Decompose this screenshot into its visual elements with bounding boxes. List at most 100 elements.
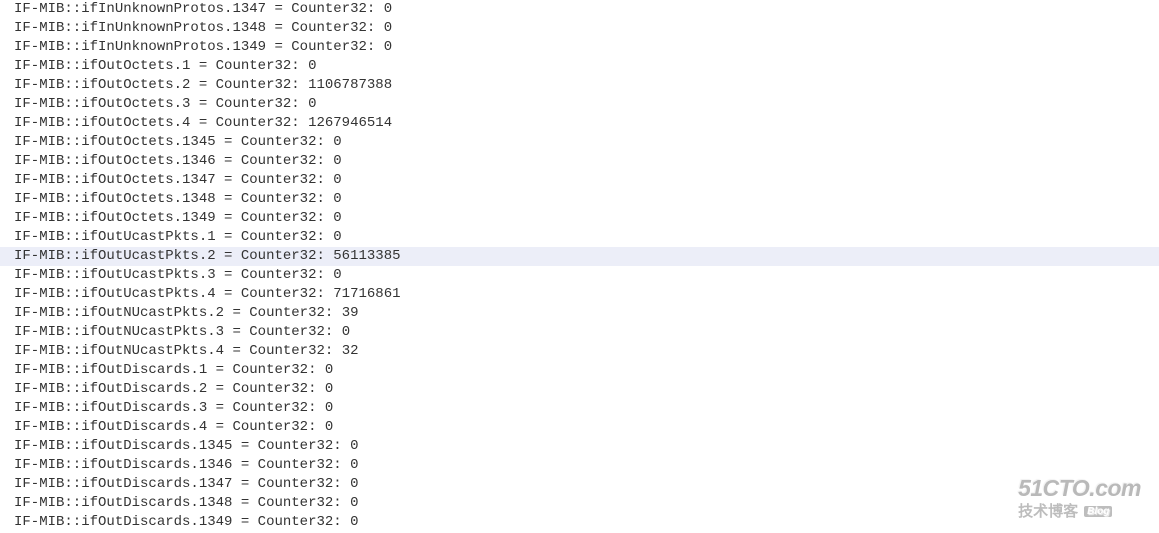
counter-type: Counter32:	[241, 229, 325, 245]
counter-type: Counter32:	[216, 115, 300, 131]
equals-separator: =	[207, 400, 232, 416]
equals-separator: =	[190, 96, 215, 112]
counter-value: 0	[333, 153, 341, 169]
counter-value: 0	[384, 20, 392, 36]
snmp-output-line: IF-MIB::ifOutOctets.1 = Counter32: 0	[14, 57, 1159, 76]
counter-type: Counter32:	[216, 77, 300, 93]
equals-separator: =	[190, 58, 215, 74]
mib-prefix: IF-MIB::	[14, 229, 81, 245]
oid-name: ifOutNUcastPkts.3	[81, 324, 224, 340]
equals-separator: =	[216, 267, 241, 283]
snmp-output-line: IF-MIB::ifOutDiscards.1 = Counter32: 0	[14, 361, 1159, 380]
counter-value: 0	[325, 381, 333, 397]
oid-name: ifOutDiscards.3	[81, 400, 207, 416]
equals-separator: =	[216, 229, 241, 245]
mib-prefix: IF-MIB::	[14, 514, 81, 530]
mib-prefix: IF-MIB::	[14, 172, 81, 188]
equals-separator: =	[232, 457, 257, 473]
snmp-output-line: IF-MIB::ifOutNUcastPkts.2 = Counter32: 3…	[14, 304, 1159, 323]
equals-separator: =	[224, 305, 249, 321]
oid-name: ifOutOctets.1	[81, 58, 190, 74]
snmp-output-line: IF-MIB::ifInUnknownProtos.1347 = Counter…	[14, 0, 1159, 19]
oid-name: ifOutDiscards.1345	[81, 438, 232, 454]
oid-name: ifOutDiscards.2	[81, 381, 207, 397]
counter-value: 0	[384, 1, 392, 17]
oid-name: ifOutDiscards.4	[81, 419, 207, 435]
snmp-output-line: IF-MIB::ifOutUcastPkts.3 = Counter32: 0	[14, 266, 1159, 285]
mib-prefix: IF-MIB::	[14, 438, 81, 454]
equals-separator: =	[216, 134, 241, 150]
mib-prefix: IF-MIB::	[14, 191, 81, 207]
oid-name: ifOutOctets.2	[81, 77, 190, 93]
mib-prefix: IF-MIB::	[14, 343, 81, 359]
equals-separator: =	[216, 191, 241, 207]
mib-prefix: IF-MIB::	[14, 96, 81, 112]
snmp-output-line: IF-MIB::ifOutDiscards.4 = Counter32: 0	[14, 418, 1159, 437]
counter-value: 1106787388	[308, 77, 392, 93]
equals-separator: =	[266, 20, 291, 36]
oid-name: ifOutOctets.1346	[81, 153, 215, 169]
snmp-output-line: IF-MIB::ifOutOctets.4 = Counter32: 12679…	[14, 114, 1159, 133]
counter-type: Counter32:	[258, 514, 342, 530]
counter-type: Counter32:	[216, 58, 300, 74]
counter-type: Counter32:	[291, 1, 375, 17]
oid-name: ifOutOctets.1349	[81, 210, 215, 226]
oid-name: ifOutOctets.3	[81, 96, 190, 112]
mib-prefix: IF-MIB::	[14, 39, 81, 55]
counter-value: 0	[325, 419, 333, 435]
counter-type: Counter32:	[249, 305, 333, 321]
oid-name: ifOutOctets.4	[81, 115, 190, 131]
equals-separator: =	[224, 324, 249, 340]
snmp-output-line: IF-MIB::ifOutDiscards.1345 = Counter32: …	[14, 437, 1159, 456]
counter-value: 0	[325, 400, 333, 416]
counter-type: Counter32:	[241, 267, 325, 283]
mib-prefix: IF-MIB::	[14, 457, 81, 473]
counter-type: Counter32:	[241, 248, 325, 264]
snmp-output-line: IF-MIB::ifOutDiscards.1347 = Counter32: …	[14, 475, 1159, 494]
counter-value: 0	[333, 134, 341, 150]
snmp-output-line: IF-MIB::ifInUnknownProtos.1348 = Counter…	[14, 19, 1159, 38]
equals-separator: =	[216, 153, 241, 169]
equals-separator: =	[216, 172, 241, 188]
counter-value: 0	[350, 514, 358, 530]
equals-separator: =	[216, 248, 241, 264]
oid-name: ifOutDiscards.1	[81, 362, 207, 378]
oid-name: ifInUnknownProtos.1348	[81, 20, 266, 36]
equals-separator: =	[232, 476, 257, 492]
mib-prefix: IF-MIB::	[14, 305, 81, 321]
counter-value: 39	[342, 305, 359, 321]
mib-prefix: IF-MIB::	[14, 362, 81, 378]
oid-name: ifInUnknownProtos.1349	[81, 39, 266, 55]
snmp-output-line: IF-MIB::ifOutUcastPkts.2 = Counter32: 56…	[0, 247, 1159, 266]
counter-type: Counter32:	[232, 362, 316, 378]
snmp-output-line: IF-MIB::ifOutDiscards.1348 = Counter32: …	[14, 494, 1159, 513]
oid-name: ifOutNUcastPkts.2	[81, 305, 224, 321]
oid-name: ifOutUcastPkts.1	[81, 229, 215, 245]
mib-prefix: IF-MIB::	[14, 20, 81, 36]
counter-type: Counter32:	[258, 476, 342, 492]
equals-separator: =	[232, 514, 257, 530]
mib-prefix: IF-MIB::	[14, 134, 81, 150]
snmp-output-line: IF-MIB::ifOutOctets.2 = Counter32: 11067…	[14, 76, 1159, 95]
mib-prefix: IF-MIB::	[14, 495, 81, 511]
oid-name: ifOutUcastPkts.3	[81, 267, 215, 283]
equals-separator: =	[224, 343, 249, 359]
equals-separator: =	[232, 438, 257, 454]
snmp-output-line: IF-MIB::ifOutOctets.1348 = Counter32: 0	[14, 190, 1159, 209]
terminal-output[interactable]: IF-MIB::ifInUnknownProtos.1347 = Counter…	[0, 0, 1159, 532]
counter-type: Counter32:	[241, 286, 325, 302]
snmp-output-line: IF-MIB::ifOutOctets.1345 = Counter32: 0	[14, 133, 1159, 152]
mib-prefix: IF-MIB::	[14, 267, 81, 283]
counter-type: Counter32:	[241, 153, 325, 169]
counter-type: Counter32:	[258, 495, 342, 511]
mib-prefix: IF-MIB::	[14, 381, 81, 397]
counter-value: 0	[333, 210, 341, 226]
counter-value: 0	[333, 191, 341, 207]
mib-prefix: IF-MIB::	[14, 324, 81, 340]
counter-value: 0	[350, 495, 358, 511]
snmp-output-line: IF-MIB::ifOutOctets.1349 = Counter32: 0	[14, 209, 1159, 228]
counter-type: Counter32:	[232, 400, 316, 416]
snmp-output-line: IF-MIB::ifOutNUcastPkts.3 = Counter32: 0	[14, 323, 1159, 342]
counter-type: Counter32:	[241, 191, 325, 207]
counter-type: Counter32:	[249, 343, 333, 359]
